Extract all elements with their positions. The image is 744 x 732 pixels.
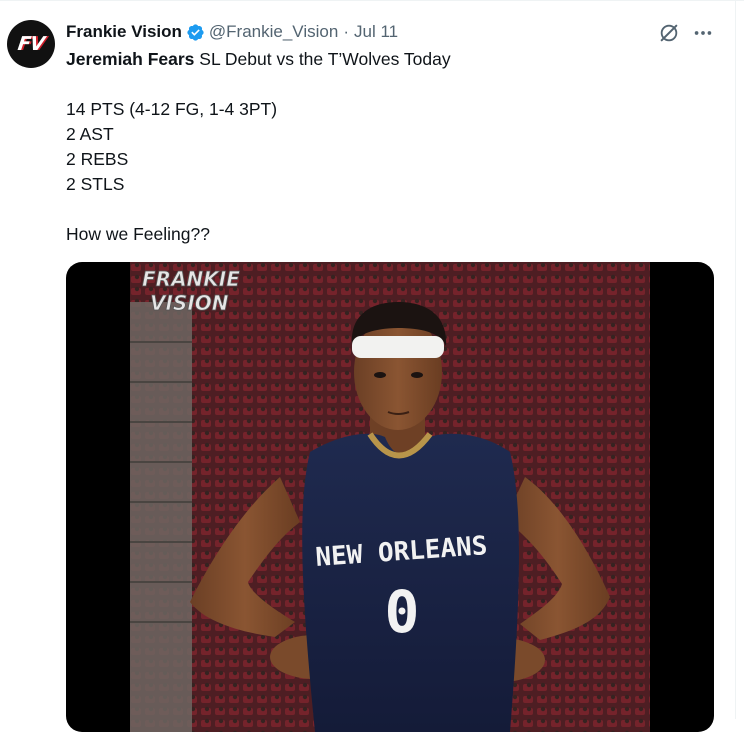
line-break (66, 72, 706, 97)
stat-line: 2 AST (66, 124, 114, 144)
grok-icon (660, 24, 678, 42)
jersey-number-text: 0 (385, 578, 420, 646)
verified-badge-icon[interactable] (186, 23, 205, 42)
player-name: Jeremiah Fears (66, 49, 195, 69)
separator-dot: · (343, 22, 349, 41)
grok-button[interactable] (656, 20, 682, 46)
stat-line: 14 PTS (4-12 FG, 1-4 3PT) (66, 99, 278, 119)
tweet-question: How we Feeling?? (66, 224, 210, 244)
more-icon (694, 31, 712, 35)
watermark-line1: FRANKIE (142, 267, 240, 291)
frankie-vision-watermark: FRANKIE VISION (142, 267, 241, 316)
author-name[interactable]: Frankie Vision (66, 22, 182, 42)
tweet-headline: Jeremiah Fears SL Debut vs the T’Wolves … (66, 47, 706, 72)
tweet-header: Frankie Vision @Frankie_Vision · Jul 11 (66, 21, 398, 43)
stat-line: 2 STLS (66, 174, 125, 194)
divider (0, 0, 744, 1)
tweet-card[interactable]: FV Frankie Vision @Frankie_Vision · Jul … (0, 0, 744, 732)
line-break (66, 197, 706, 222)
author-handle[interactable]: @Frankie_Vision (209, 22, 338, 42)
tweet-date[interactable]: Jul 11 (354, 22, 398, 42)
avatar[interactable]: FV (7, 20, 55, 68)
tweet-text: Jeremiah Fears SL Debut vs the T’Wolves … (66, 47, 706, 247)
video-frame[interactable]: NEW ORLEANS 0 FRANKIE VISION (130, 262, 650, 732)
more-options-button[interactable] (690, 20, 716, 46)
video-media[interactable]: NEW ORLEANS 0 FRANKIE VISION (66, 262, 714, 732)
divider (735, 0, 736, 719)
headline-rest: SL Debut vs the T’Wolves Today (194, 49, 451, 69)
avatar-logo-text: FV (16, 33, 46, 55)
stat-line: 2 REBS (66, 149, 129, 169)
player-image: NEW ORLEANS 0 (130, 262, 650, 732)
watermark-line2: VISION (150, 291, 229, 315)
